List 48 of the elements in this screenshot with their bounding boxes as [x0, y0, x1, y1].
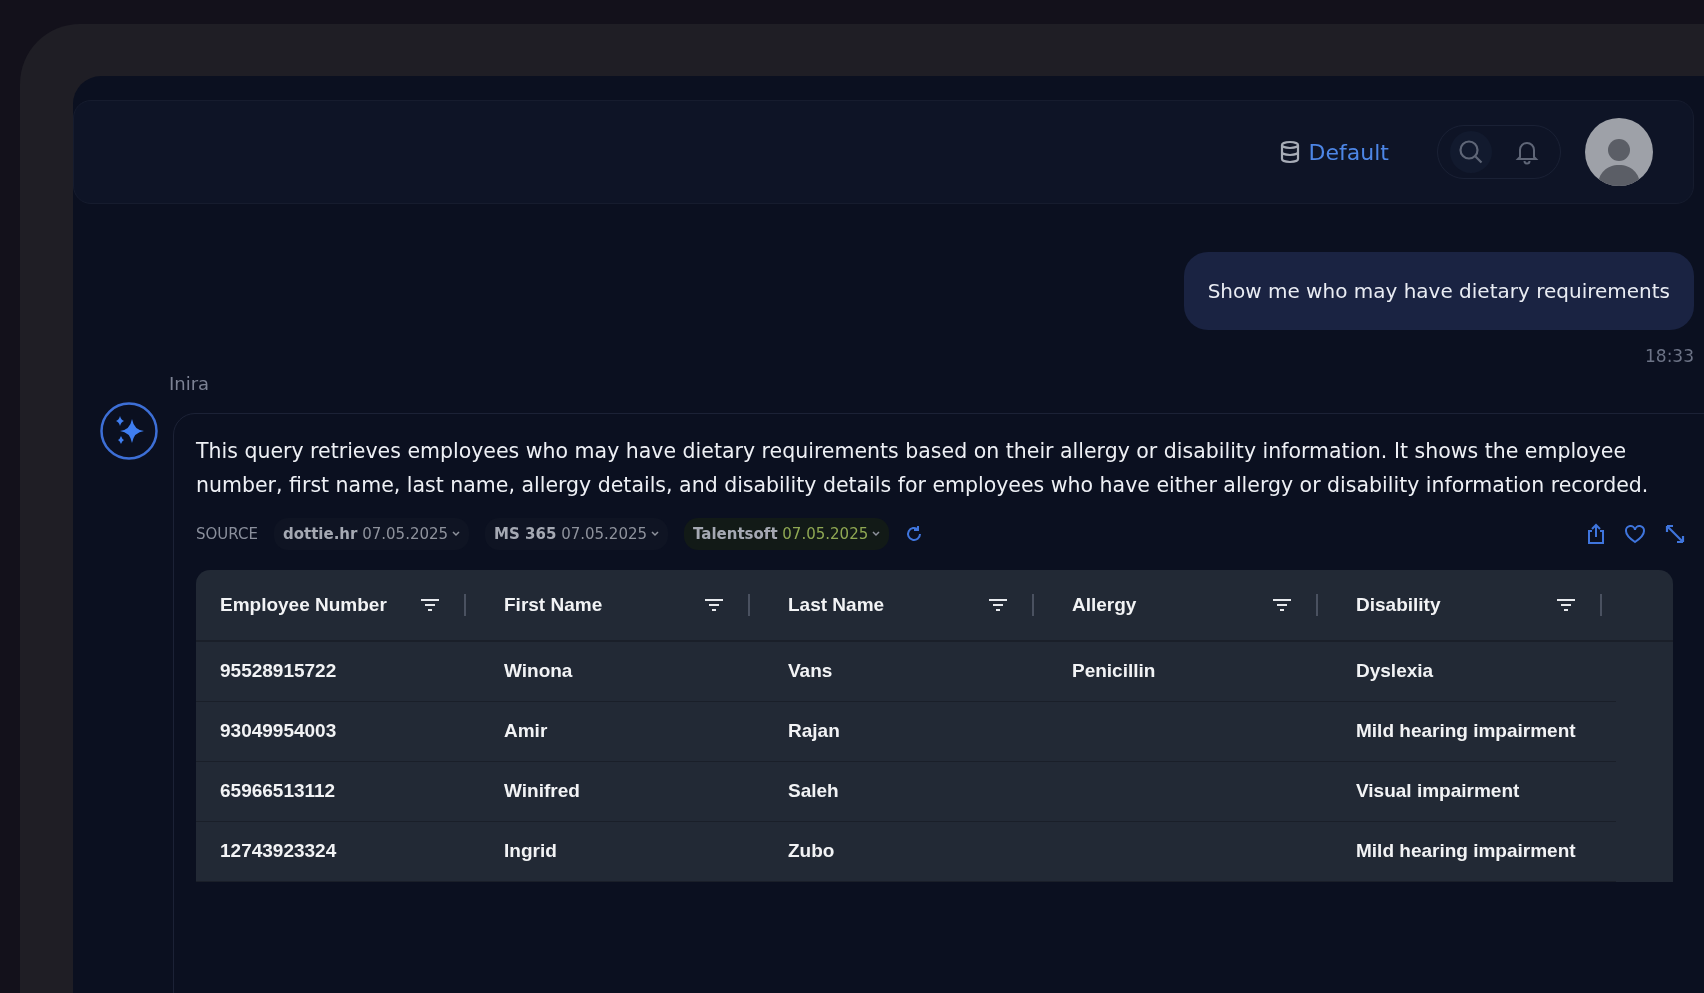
column-header[interactable]: Allergy — [1072, 590, 1137, 620]
table-cell-text: Winifred — [504, 779, 580, 804]
table-cell-text: Amir — [504, 719, 548, 744]
heart-icon[interactable] — [1624, 523, 1646, 544]
search-icon — [1457, 138, 1485, 166]
table-cell-text: Dyslexia — [1356, 659, 1434, 684]
share-icon[interactable] — [1586, 522, 1606, 545]
chevron-icon — [651, 530, 660, 537]
table-cell-text: Rajan — [788, 719, 840, 744]
table-cell-text: Ingrid — [504, 839, 557, 864]
assistant-message: This query retrieves employees who may have dietary requirements based on their allergy or disability information. It shows the employee number, first name, last name, allergy details, and disability details for employees who have either allergy or disability information recorded. — [196, 437, 1650, 499]
filter-icon[interactable] — [1272, 597, 1292, 613]
user-message: Show me who may have dietary requirements — [1183, 252, 1694, 330]
filter-icon[interactable] — [704, 597, 724, 613]
column-header[interactable]: First Name — [504, 590, 603, 620]
expand-icon[interactable] — [1664, 522, 1686, 545]
table-cell-text: Saleh — [788, 779, 839, 804]
assistant-name: Inira — [169, 371, 211, 396]
table-cell-text: 12743923324 — [220, 839, 337, 864]
search-button[interactable] — [1450, 131, 1492, 173]
chevron-icon — [872, 530, 881, 537]
table-cell-text: 65966513112 — [220, 779, 336, 804]
bell-icon — [1515, 139, 1539, 165]
column-header[interactable]: Last Name — [788, 590, 885, 620]
column-header[interactable]: Employee Number — [220, 590, 387, 620]
workspace-link[interactable]: Default — [1308, 135, 1389, 169]
refresh-icon[interactable] — [905, 524, 924, 543]
source-chip[interactable]: Talentsoft 07.05.2025 — [684, 517, 890, 550]
chevron-icon — [452, 530, 461, 537]
table-cell-text: Vans — [788, 659, 833, 684]
source-chip[interactable]: MS 365 07.05.2025 — [485, 517, 669, 550]
filter-icon[interactable] — [420, 597, 440, 613]
database-icon — [1278, 140, 1301, 164]
table-cell-text: 95528915722 — [220, 659, 337, 684]
table-cell-text: 93049954003 — [220, 719, 337, 744]
filter-icon[interactable] — [988, 597, 1008, 613]
column-header[interactable]: Disability — [1356, 590, 1441, 620]
sparkle-icon — [99, 400, 159, 461]
filter-icon[interactable] — [1556, 597, 1576, 613]
table-cell-text: Zubo — [788, 839, 835, 864]
message-time: 18:33 — [1645, 345, 1694, 368]
source-label: SOURCE — [196, 523, 258, 545]
table-cell-text: Visual impairment — [1356, 779, 1520, 804]
table-cell-text: Mild hearing impairment — [1356, 839, 1576, 864]
table-cell-text: Winona — [504, 659, 573, 684]
table-cell-text: Mild hearing impairment — [1356, 719, 1576, 744]
table-cell-text: Penicillin — [1072, 659, 1156, 684]
source-chip[interactable]: dottie.hr 07.05.2025 — [273, 517, 470, 550]
